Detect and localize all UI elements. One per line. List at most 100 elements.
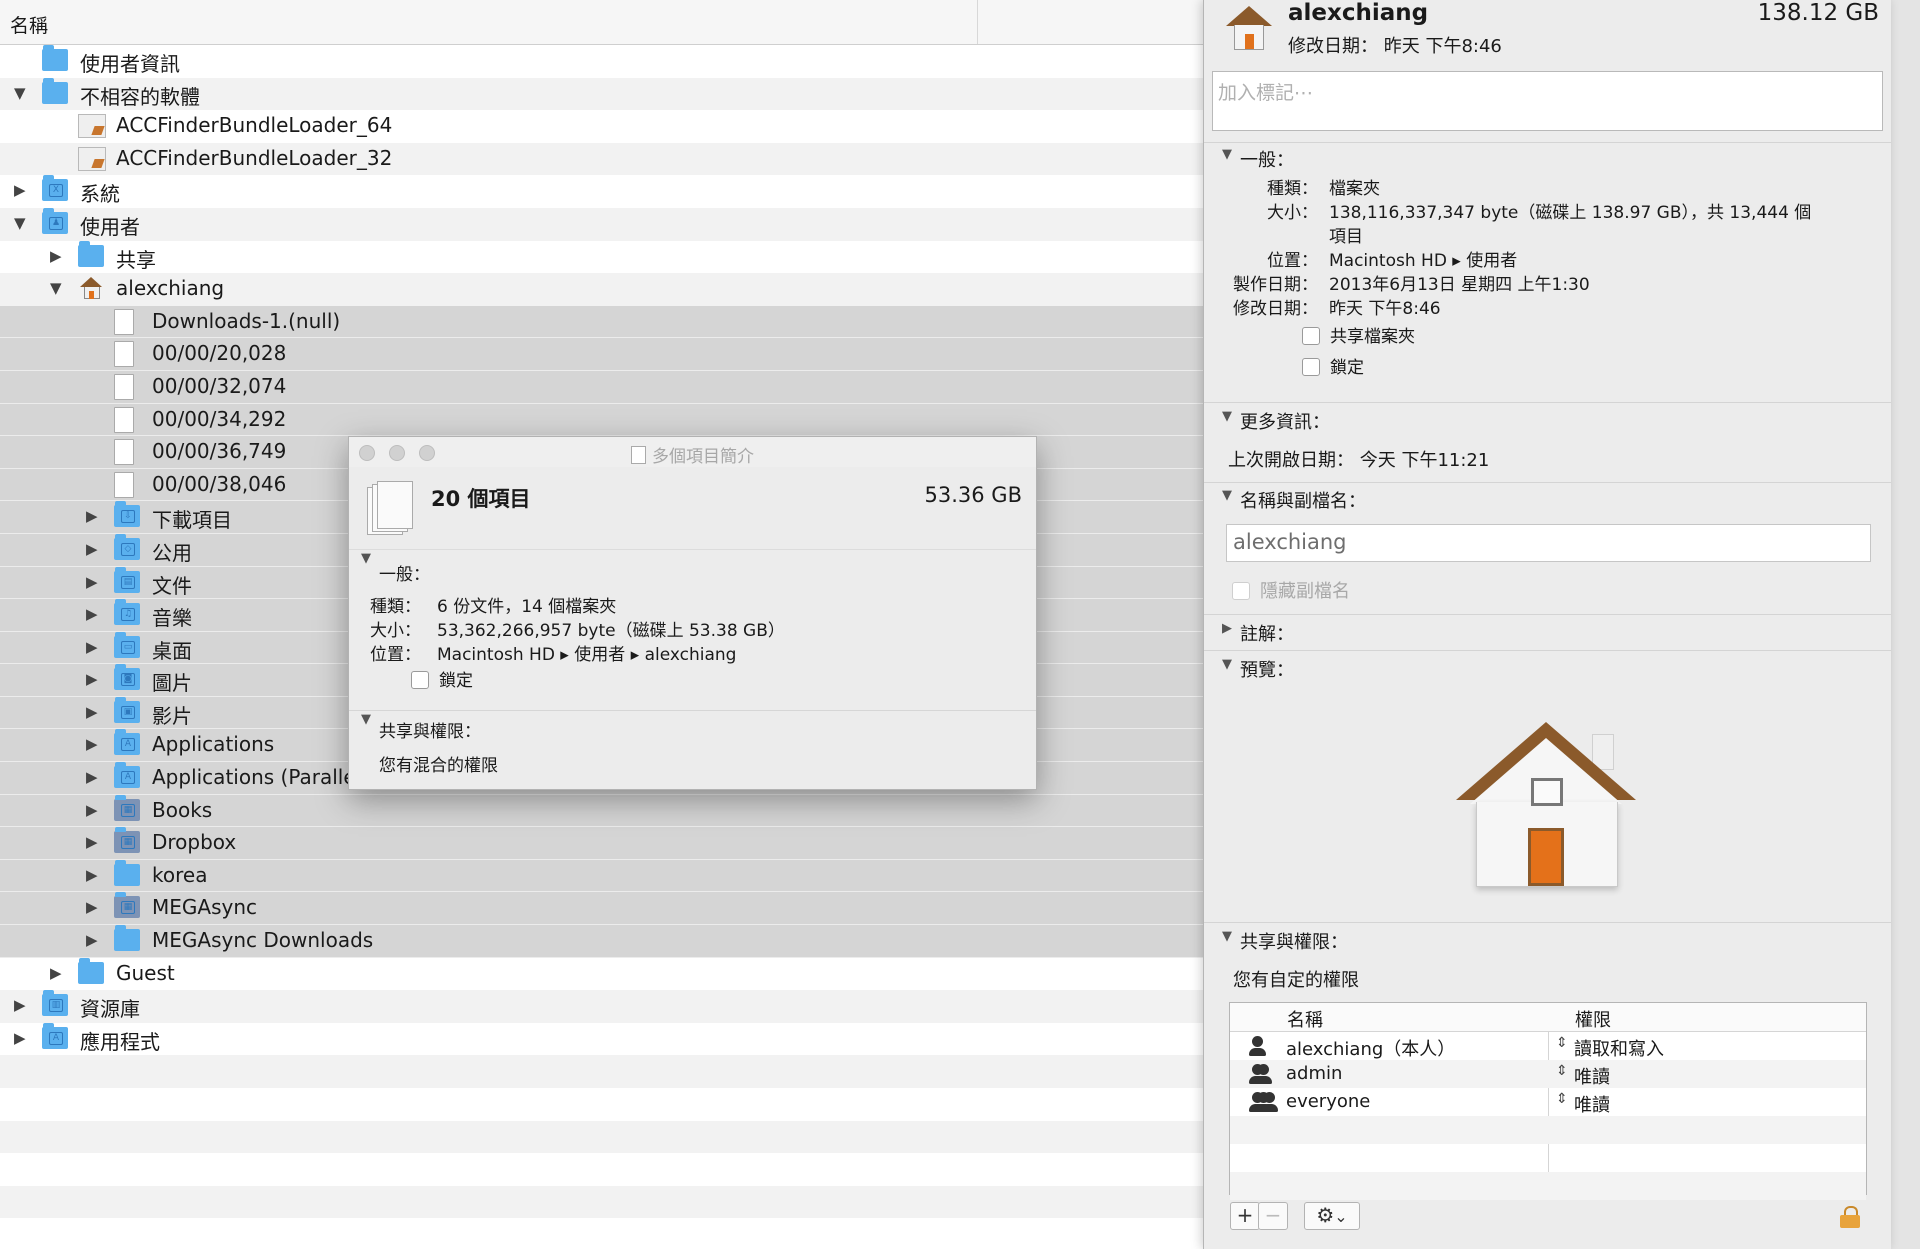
disclosure-closed-icon[interactable]: ▶ — [86, 801, 98, 819]
column-divider[interactable] — [977, 0, 978, 44]
window-titlebar[interactable]: 多個項目簡介 — [349, 437, 1036, 467]
hide-extension-row[interactable]: 隱藏副檔名 — [1232, 577, 1350, 603]
list-row[interactable]: ▶ A 應用程式 — [0, 1022, 1210, 1056]
list-row[interactable]: ▶ X 系統 — [0, 175, 1210, 208]
list-column-header[interactable]: 名稱 — [0, 0, 1210, 45]
permission-row[interactable]: alexchiang（本人） ⇕ 讀取和寫入 — [1230, 1032, 1866, 1060]
list-row[interactable]: ▶ MEGAsync Downloads — [0, 925, 1210, 958]
folder-grey-icon: ▦ — [114, 827, 140, 854]
comments-disclosure[interactable]: 註解： — [1210, 620, 1897, 646]
hide-extension-checkbox[interactable] — [1232, 582, 1250, 600]
col-name-header[interactable]: 名稱 — [1287, 1006, 1323, 1032]
list-row[interactable]: 使用者資訊 — [0, 45, 1210, 78]
kind-key: 種類： — [1267, 179, 1318, 199]
name-field[interactable]: alexchiang — [1226, 524, 1871, 562]
sharing-section: 共享與權限： 您有自定的權限 — [1204, 928, 1891, 992]
list-row[interactable]: 00/00/20,028 — [0, 338, 1210, 371]
list-row[interactable]: ▶ ▦ Books — [0, 794, 1210, 828]
general-disclosure[interactable]: 一般： — [349, 550, 1036, 585]
permission-privilege[interactable]: 唯讀 — [1574, 1091, 1610, 1117]
document-icon — [114, 471, 134, 498]
folder-public-icon: ◇ — [114, 533, 140, 560]
list-row-label: 音樂 — [152, 606, 192, 631]
disclosure-open-icon[interactable]: ▼ — [14, 214, 26, 232]
disclosure-open-icon[interactable]: ▼ — [14, 84, 26, 102]
list-row-label: 00/00/20,028 — [152, 341, 287, 366]
privilege-stepper-icon[interactable]: ⇕ — [1556, 1091, 1568, 1107]
list-row[interactable]: ▶ ▦ MEGAsync — [0, 892, 1210, 926]
name-extension-disclosure[interactable]: 名稱與副檔名： — [1210, 487, 1897, 517]
list-row[interactable]: ▶ ▥ 資源庫 — [0, 990, 1210, 1023]
permissions-rows: alexchiang（本人） ⇕ 讀取和寫入 admin ⇕ 唯讀 everyone ⇕ 唯讀 — [1230, 1032, 1866, 1200]
disclosure-closed-icon[interactable]: ▶ — [86, 638, 98, 656]
disclosure-closed-icon[interactable]: ▶ — [14, 181, 26, 199]
list-row[interactable]: ▼ alexchiang — [0, 273, 1210, 306]
list-row[interactable]: 00/00/34,292 — [0, 403, 1210, 437]
sharing-disclosure[interactable]: 共享與權限： — [349, 711, 1036, 743]
more-info-disclosure[interactable]: 更多資訊： — [1210, 408, 1897, 438]
general-disclosure[interactable]: 一般： — [1210, 146, 1897, 174]
shared-folder-row[interactable]: 共享檔案夾 — [1302, 322, 1415, 347]
permission-row[interactable]: admin ⇕ 唯讀 — [1230, 1060, 1866, 1088]
list-row[interactable]: ▶ korea — [0, 859, 1210, 893]
modified-summary: 修改日期： 昨天 下午8:46 — [1288, 36, 1502, 57]
shared-folder-label: 共享檔案夾 — [1330, 327, 1415, 347]
disclosure-closed-icon[interactable]: ▶ — [86, 573, 98, 591]
panel-divider-5 — [1204, 650, 1891, 651]
disclosure-closed-icon[interactable]: ▶ — [86, 670, 98, 688]
locked-checkbox[interactable] — [1302, 358, 1320, 376]
disclosure-closed-icon[interactable]: ▶ — [50, 964, 62, 982]
col-privilege-header[interactable]: 權限 — [1575, 1006, 1611, 1032]
action-gear-button[interactable]: ⚙⌄ — [1304, 1202, 1360, 1230]
permission-privilege[interactable]: 讀取和寫入 — [1574, 1035, 1664, 1061]
document-icon — [114, 341, 134, 368]
hide-extension-label: 隱藏副檔名 — [1260, 581, 1350, 602]
list-row[interactable]: 00/00/32,074 — [0, 370, 1210, 404]
list-row-label: ACCFinderBundleLoader_32 — [116, 145, 393, 170]
disclosure-closed-icon[interactable]: ▶ — [86, 931, 98, 949]
list-row[interactable]: ACCFinderBundleLoader_64 — [0, 110, 1210, 143]
tags-field[interactable]: 加入標記⋯ — [1212, 71, 1883, 131]
add-user-button[interactable]: + — [1230, 1202, 1260, 1230]
multi-item-info-window: 多個項目簡介 20 個項目 53.36 GB 一般： 種類： 6 份文件，14 個… — [348, 436, 1037, 790]
list-row[interactable]: ▶ 共享 — [0, 240, 1210, 274]
document-icon — [114, 373, 134, 400]
lock-icon[interactable] — [1840, 1206, 1860, 1228]
shared-folder-checkbox[interactable] — [1302, 327, 1320, 345]
locked-checkbox-row[interactable]: 鎖定 — [411, 666, 473, 691]
list-row[interactable]: ▼ 不相容的軟體 — [0, 77, 1210, 111]
permission-privilege[interactable]: 唯讀 — [1574, 1063, 1610, 1089]
summary-header: 20 個項目 53.36 GB — [349, 467, 1036, 550]
disclosure-closed-icon[interactable]: ▶ — [86, 768, 98, 786]
permission-row[interactable]: everyone ⇕ 唯讀 — [1230, 1088, 1866, 1116]
list-row[interactable]: ▶ Guest — [0, 957, 1210, 991]
disclosure-closed-icon[interactable]: ▶ — [50, 247, 62, 265]
disclosure-closed-icon[interactable]: ▶ — [86, 735, 98, 753]
folder-apps-icon: A — [114, 762, 140, 789]
disclosure-closed-icon[interactable]: ▶ — [86, 507, 98, 525]
locked-row[interactable]: 鎖定 — [1302, 353, 1364, 378]
privilege-stepper-icon[interactable]: ⇕ — [1556, 1063, 1568, 1079]
folder-grey-icon: ▦ — [114, 794, 140, 821]
disclosure-closed-icon[interactable]: ▶ — [86, 833, 98, 851]
remove-user-button[interactable]: − — [1258, 1202, 1288, 1230]
privilege-stepper-icon[interactable]: ⇕ — [1556, 1035, 1568, 1051]
list-row-label: 使用者資訊 — [80, 52, 180, 76]
disclosure-closed-icon[interactable]: ▶ — [14, 996, 26, 1014]
disclosure-closed-icon[interactable]: ▶ — [14, 1029, 26, 1047]
disclosure-closed-icon[interactable]: ▶ — [86, 703, 98, 721]
disclosure-closed-icon[interactable]: ▶ — [86, 540, 98, 558]
disclosure-open-icon[interactable]: ▼ — [50, 279, 62, 297]
list-row[interactable]: ACCFinderBundleLoader_32 — [0, 142, 1210, 176]
list-row[interactable]: Downloads-1.(null) — [0, 305, 1210, 339]
disclosure-closed-icon[interactable]: ▶ — [86, 898, 98, 916]
preview-disclosure[interactable]: 預覽： — [1210, 656, 1897, 682]
list-row[interactable]: ▼ ♟ 使用者 — [0, 207, 1210, 241]
disclosure-closed-icon[interactable]: ▶ — [86, 866, 98, 884]
permission-row-empty — [1230, 1172, 1866, 1200]
chevron-down-icon: ⌄ — [1334, 1207, 1348, 1226]
sharing-disclosure[interactable]: 共享與權限： — [1210, 928, 1897, 958]
disclosure-closed-icon[interactable]: ▶ — [86, 605, 98, 623]
locked-checkbox[interactable] — [411, 671, 429, 689]
list-row[interactable]: ▶ ▦ Dropbox — [0, 827, 1210, 860]
